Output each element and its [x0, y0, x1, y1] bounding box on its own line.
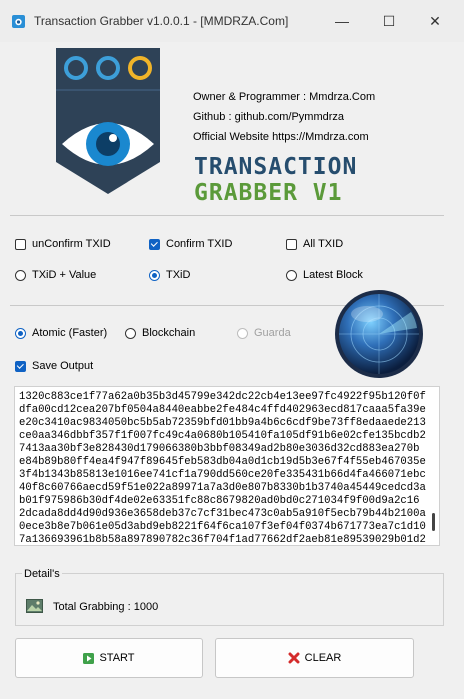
start-button-label: START — [99, 652, 135, 664]
website-text: Official Website https://Mmdrza.com — [193, 131, 369, 143]
close-button[interactable]: ✕ — [421, 10, 449, 32]
checkbox-box[interactable] — [15, 238, 26, 250]
minimize-button[interactable]: — — [328, 10, 356, 32]
atomic-radio[interactable]: Atomic (Faster) — [15, 327, 107, 339]
divider — [10, 215, 444, 216]
title-bar: Transaction Grabber v1.0.0.1 - [MMDRZA.C… — [0, 0, 464, 42]
eye-logo-icon — [56, 48, 160, 194]
unconfirm-txid-checkbox[interactable]: unConfirm TXID — [15, 238, 111, 250]
all-txid-checkbox[interactable]: All TXID — [286, 238, 343, 250]
scrollbar-thumb[interactable] — [432, 513, 435, 531]
radio-label: Guarda — [254, 327, 291, 339]
radio-label: Atomic (Faster) — [32, 327, 108, 339]
latest-block-radio[interactable]: Latest Block — [286, 269, 363, 281]
confirm-txid-checkbox[interactable]: Confirm TXID — [149, 238, 232, 250]
tx-output-lines: 7000000000000000000000000000000000000000… — [19, 387, 426, 546]
radio-label: Blockchain — [142, 327, 196, 339]
app-icon — [12, 15, 25, 28]
radio-circle[interactable] — [149, 269, 160, 281]
txid-value-radio[interactable]: TXiD + Value — [15, 269, 96, 281]
radio-circle[interactable] — [15, 327, 26, 339]
radio-circle[interactable] — [286, 269, 297, 281]
txid-radio[interactable]: TXiD — [149, 269, 190, 281]
blockchain-radio[interactable]: Blockchain — [125, 327, 195, 339]
details-label: Detail's — [22, 568, 62, 580]
tx-output-line: e20c3410ac9834050bc5b5ab72359bfd01bb9a4b… — [19, 417, 426, 429]
brand-title-line1: TRANSACTION — [194, 154, 358, 180]
window-title: Transaction Grabber v1.0.0.1 - [MMDRZA.C… — [34, 14, 289, 28]
tx-output-line: dfa00cd12cea207bf0504a8440eabbe2fe484c4f… — [19, 404, 426, 416]
checkbox-label: Confirm TXID — [166, 238, 233, 250]
radio-label: Latest Block — [303, 269, 363, 281]
radio-circle[interactable] — [125, 327, 136, 339]
checkbox-label: Save Output — [32, 360, 94, 372]
radar-globe-icon — [335, 290, 423, 378]
tx-output-textarea[interactable]: 7000000000000000000000000000000000000000… — [14, 386, 440, 546]
checkbox-box[interactable] — [15, 360, 26, 372]
tx-output-line: 7a136693961b8b58a897890782c36f704f1ad776… — [19, 534, 426, 546]
details-group — [15, 573, 444, 626]
maximize-button[interactable]: ☐ — [375, 10, 403, 32]
start-button[interactable]: START — [15, 638, 203, 678]
tx-output-line: e84b89b80ff4ea4f947f89645feb583db04a0d1c… — [19, 456, 426, 468]
tx-output-line: 40f8c60766aecd59f51e022a89971a7a3d0e807b… — [19, 482, 426, 494]
tx-output-line: ce0aa346dbbf357f1f007fc49c4a0680b105410f… — [19, 430, 426, 442]
checkbox-label: unConfirm TXID — [32, 238, 111, 250]
radio-label: TXiD — [166, 269, 191, 281]
total-grabbing-text: Total Grabbing : 1000 — [53, 601, 159, 613]
radio-label: TXiD + Value — [32, 269, 97, 281]
checkbox-box[interactable] — [286, 238, 297, 250]
checkbox-label: All TXID — [303, 238, 344, 250]
tx-output-line: 2dcada8dd4d90d936e3658deb37c7cf31bec473c… — [19, 508, 426, 520]
play-icon — [83, 652, 95, 664]
guarda-radio: Guarda — [237, 327, 291, 339]
clear-button[interactable]: CLEAR — [215, 638, 414, 678]
tx-output-line: 7413aa30bf3e828430d179066380b3bbf08349ad… — [19, 443, 420, 455]
save-output-checkbox[interactable]: Save Output — [15, 360, 93, 372]
tx-output-line: b01f975986b30df4de02e63351fc88c8679820ad… — [19, 495, 420, 507]
clear-button-label: CLEAR — [304, 652, 342, 664]
tx-output-line: 0ece3b8e7b061e05d3abd9eb8221f64f6ca107f3… — [19, 521, 426, 533]
checkbox-box[interactable] — [149, 238, 160, 250]
picture-icon — [26, 599, 43, 613]
owner-text: Owner & Programmer : Mmdrza.Com — [193, 91, 376, 103]
radio-circle[interactable] — [15, 269, 26, 281]
tx-output-line: 3f4b1343b85813e1016ee741cf1a790dd560ce20… — [19, 469, 426, 481]
radio-circle — [237, 327, 248, 339]
brand-title-line2: GRABBER V1 — [194, 180, 343, 206]
github-text: Github : github.com/Pymmdrza — [193, 111, 345, 123]
tx-output-line: 1320c883ce1f77a62a0b35b3d45799e342dc22cb… — [19, 391, 426, 403]
red-x-icon — [288, 652, 300, 664]
